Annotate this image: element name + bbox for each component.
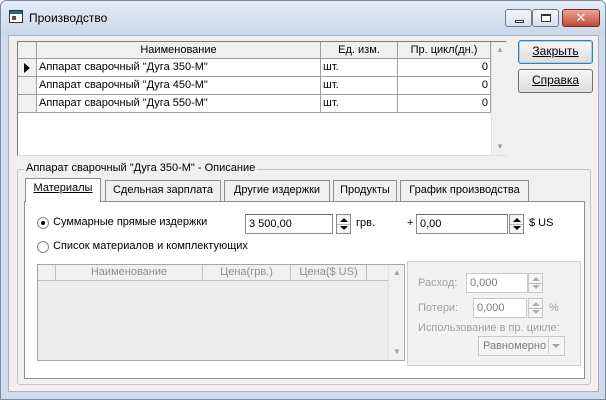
minimize-icon	[515, 20, 524, 23]
materials-grid-header: Наименование Цена(грв.) Цена($ US)	[38, 265, 404, 281]
scroll-up-icon[interactable]: ▲	[389, 265, 405, 281]
usage-select[interactable]: Равномерно	[478, 336, 565, 356]
spin-down-icon[interactable]	[340, 226, 348, 230]
cell-name[interactable]: Аппарат сварочный "Дуга 350-М"	[37, 59, 321, 77]
cell-name[interactable]: Аппарат сварочный "Дуга 550-М"	[37, 95, 321, 113]
app-window: Производство ✕ Наименование Ед. изм. Пр.…	[0, 0, 606, 400]
usage-select-value: Равномерно	[483, 340, 547, 352]
tab-production-schedule-label: График производства	[409, 184, 520, 196]
column-header-cycle[interactable]: Пр. цикл(дн.)	[398, 42, 491, 59]
tab-products[interactable]: Продукты	[333, 180, 397, 201]
products-grid-header: Наименование Ед. изм. Пр. цикл(дн.)	[18, 42, 491, 59]
spin-up-icon[interactable]	[340, 218, 348, 222]
consumption-input[interactable]: 0,000	[466, 273, 528, 293]
help-button-label: Справка	[531, 73, 580, 87]
total-costs-radio[interactable]	[37, 217, 49, 229]
tab-other-costs-label: Другие издержки	[233, 184, 321, 196]
window-title: Производство	[29, 11, 108, 25]
tab-products-label: Продукты	[340, 184, 390, 196]
spin-down-icon[interactable]	[532, 310, 540, 314]
amount-usd-input[interactable]: 0,00	[416, 214, 508, 234]
chevron-down-icon[interactable]	[548, 338, 563, 354]
cell-unit[interactable]: шт.	[321, 77, 398, 95]
total-costs-label[interactable]: Суммарные прямые издержки	[53, 216, 207, 228]
amount-uah-spinner[interactable]	[336, 214, 351, 234]
client-area: Наименование Ед. изм. Пр. цикл(дн.) Аппа…	[8, 35, 599, 392]
spin-up-icon[interactable]	[532, 302, 540, 306]
materials-list-grid[interactable]: Наименование Цена(грв.) Цена($ US) ▲ ▼	[37, 264, 405, 361]
cell-cycle[interactable]: 0	[398, 77, 491, 95]
currency-usd-label: $ US	[529, 217, 554, 229]
title-bar[interactable]: Производство ✕	[1, 1, 605, 35]
minimize-button[interactable]	[505, 9, 532, 27]
indicator-header	[38, 265, 56, 281]
tab-production-schedule[interactable]: График производства	[400, 180, 529, 201]
row-indicator	[18, 59, 37, 77]
spin-up-icon[interactable]	[532, 277, 540, 281]
column-header-price-usd[interactable]: Цена($ US)	[291, 265, 367, 281]
materials-list-radio[interactable]	[37, 241, 49, 253]
maximize-button[interactable]	[532, 9, 559, 27]
cell-cycle[interactable]: 0	[398, 95, 491, 113]
percent-label: %	[549, 302, 559, 314]
tab-piecework-salary-label: Сдельная зарплата	[112, 184, 214, 196]
consumption-spinner[interactable]	[528, 273, 543, 293]
losses-label: Потери:	[418, 302, 459, 314]
spin-up-icon[interactable]	[513, 218, 521, 222]
app-icon	[9, 10, 23, 23]
current-row-arrow-icon	[24, 63, 30, 73]
help-button[interactable]: Справка	[518, 69, 593, 93]
close-icon: ✕	[575, 10, 587, 25]
close-button[interactable]: Закрыть	[518, 40, 593, 64]
description-caption: Аппарат сварочный "Дуга 350-М" - Описани…	[24, 162, 258, 174]
cell-cycle[interactable]: 0	[398, 59, 491, 77]
column-header-name[interactable]: Наименование	[56, 265, 203, 281]
row-indicator	[18, 95, 37, 113]
table-row[interactable]: Аппарат сварочный "Дуга 550-М" шт. 0	[18, 95, 491, 113]
materials-list-label[interactable]: Список материалов и комплектующих	[53, 240, 248, 252]
spin-down-icon[interactable]	[513, 226, 521, 230]
row-indicator	[18, 77, 37, 95]
cell-name[interactable]: Аппарат сварочный "Дуга 450-М"	[37, 77, 321, 95]
scroll-up-icon[interactable]: ▲	[492, 42, 508, 58]
close-window-button[interactable]: ✕	[562, 9, 600, 27]
cell-unit[interactable]: шт.	[321, 59, 398, 77]
column-header-price-uah[interactable]: Цена(грв.)	[203, 265, 291, 281]
currency-uah-label: грв.	[356, 217, 376, 229]
products-grid[interactable]: Наименование Ед. изм. Пр. цикл(дн.) Аппа…	[17, 41, 507, 156]
tab-materials-label: Материалы	[33, 182, 93, 194]
losses-spinner[interactable]	[528, 298, 543, 318]
amount-usd-spinner[interactable]	[509, 214, 524, 234]
amount-uah-input[interactable]: 3 500,00	[245, 214, 333, 234]
plus-label: +	[407, 217, 414, 229]
indicator-header	[18, 42, 37, 59]
maximize-icon	[541, 14, 551, 22]
cell-unit[interactable]: шт.	[321, 95, 398, 113]
scroll-down-icon[interactable]: ▼	[389, 344, 405, 360]
tab-other-costs[interactable]: Другие издержки	[224, 180, 330, 201]
close-button-label: Закрыть	[532, 44, 579, 58]
consumption-label: Расход:	[418, 277, 458, 289]
materials-grid-scrollbar[interactable]: ▲ ▼	[388, 265, 404, 360]
usage-label: Использование в пр. цикле:	[418, 322, 560, 334]
tab-materials[interactable]: Материалы	[25, 178, 101, 202]
column-header-name[interactable]: Наименование	[37, 42, 321, 59]
table-row[interactable]: Аппарат сварочный "Дуга 450-М" шт. 0	[18, 77, 491, 95]
scroll-down-icon[interactable]: ▼	[492, 139, 508, 155]
products-grid-scrollbar[interactable]: ▲ ▼	[491, 42, 507, 155]
column-header-unit[interactable]: Ед. изм.	[321, 42, 398, 59]
spin-down-icon[interactable]	[532, 285, 540, 289]
tab-piecework-salary[interactable]: Сдельная зарплата	[105, 180, 221, 201]
losses-input[interactable]: 0,000	[473, 298, 527, 318]
table-row[interactable]: Аппарат сварочный "Дуга 350-М" шт. 0	[18, 59, 491, 77]
